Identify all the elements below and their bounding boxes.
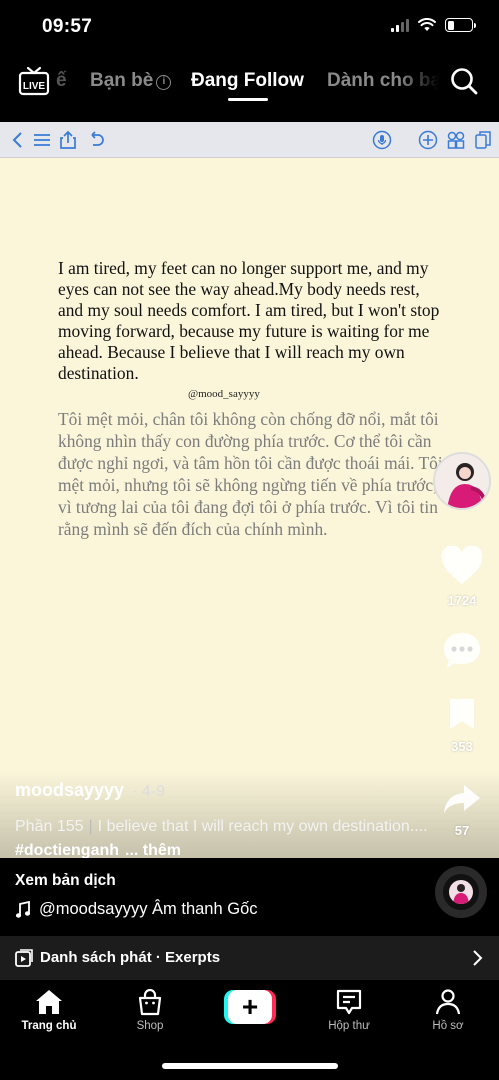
tab-following[interactable]: Đang Follow	[191, 70, 304, 92]
nav-home-label: Trang chủ	[21, 1020, 77, 1032]
share-button[interactable]: 57	[436, 782, 488, 838]
live-icon[interactable]: LIVE	[18, 66, 50, 96]
sound-disc[interactable]	[435, 866, 487, 918]
tab-friends-label: Bạn bè	[90, 70, 154, 91]
plus-icon: +	[228, 990, 272, 1024]
hashtag-link[interactable]: #doctienganh	[15, 842, 119, 859]
status-time: 09:57	[42, 16, 93, 37]
tab-for-you-label: Dành cho bạn	[327, 70, 439, 91]
post-date: · 4-9	[132, 783, 165, 800]
chevron-right-icon	[473, 950, 483, 966]
nav-shop-label: Shop	[136, 1020, 164, 1032]
battery-icon	[445, 18, 476, 32]
save-count: 353	[451, 739, 473, 754]
share-doc-icon	[60, 130, 76, 149]
video-player[interactable]: I am tired, my feet can no longer suppor…	[0, 122, 499, 858]
see-translation-link[interactable]: Xem bản dịch	[15, 872, 116, 890]
tab-friends[interactable]: Bạn bè i	[90, 70, 172, 92]
home-icon	[36, 990, 62, 1014]
wifi-icon	[418, 18, 436, 31]
music-note-icon	[15, 900, 31, 918]
back-chevron-icon	[12, 132, 22, 148]
save-button[interactable]: 353	[436, 696, 488, 754]
sound-row[interactable]: @moodsayyyy Âm thanh Gốc	[15, 900, 258, 919]
search-icon[interactable]	[449, 66, 479, 96]
watermark-handle: @mood_sayyyy	[188, 388, 260, 400]
list-icon	[34, 134, 50, 146]
playlist-icon	[15, 949, 33, 967]
document-body: I am tired, my feet can no longer suppor…	[58, 258, 443, 540]
status-icons	[391, 18, 476, 32]
see-more-link[interactable]: ... thêm	[125, 842, 181, 859]
caption[interactable]: Phần 155 | I believe that I will reach my …	[15, 815, 435, 863]
home-indicator	[162, 1063, 338, 1069]
nav-home[interactable]: Trang chủ	[9, 988, 89, 1032]
video-info-bar: Xem bản dịch @moodsayyyy Âm thanh Gốc	[0, 858, 499, 936]
top-nav: LIVE ế Bạn bèi Đang Follow Dành cho bạn	[0, 58, 499, 104]
sound-label: @moodsayyyy Âm thanh Gốc	[39, 900, 258, 918]
nav-profile-label: Hồ sơ	[432, 1020, 464, 1032]
bookmark-icon	[450, 699, 474, 729]
document-toolbar	[0, 122, 499, 158]
author-row[interactable]: moodsayyyy · 4-9	[15, 780, 165, 801]
caption-text: I believe that I will reach my own desti…	[97, 818, 428, 835]
profile-icon	[435, 989, 461, 1015]
author-name[interactable]: moodsayyyy	[15, 780, 124, 800]
info-icon: i	[156, 75, 172, 90]
add-circle-icon	[418, 130, 438, 150]
caption-separator: |	[88, 818, 93, 835]
caption-part: Phần 155	[15, 818, 84, 835]
english-paragraph: I am tired, my feet can no longer suppor…	[58, 258, 440, 383]
nav-profile[interactable]: Hồ sơ	[408, 988, 488, 1032]
tab-fade-glyph: ế	[56, 70, 67, 91]
sound-disc-avatar	[449, 880, 473, 904]
comment-button[interactable]	[436, 630, 488, 675]
shapes-icon	[447, 131, 465, 149]
share-count: 57	[454, 823, 470, 838]
active-tab-indicator	[228, 98, 268, 101]
comment-icon	[444, 633, 480, 668]
like-button[interactable]: 1724	[436, 545, 488, 608]
cellular-signal-icon	[391, 18, 409, 32]
nav-inbox[interactable]: Hộp thư	[309, 988, 389, 1032]
shopping-bag-icon	[138, 988, 162, 1016]
vietnamese-paragraph: Tôi mệt mỏi, chân tôi không còn chống đỡ…	[58, 409, 443, 539]
nav-shop[interactable]: Shop	[110, 988, 190, 1032]
live-label: LIVE	[23, 81, 46, 92]
playlist-label: Danh sách phát · Exerpts	[40, 949, 221, 966]
inbox-icon	[336, 989, 362, 1015]
copy-pages-icon	[475, 131, 491, 149]
heart-icon	[441, 545, 483, 584]
nav-inbox-label: Hộp thư	[328, 1020, 370, 1032]
status-bar: 09:57	[0, 0, 499, 54]
create-button[interactable]: +	[224, 990, 276, 1024]
undo-icon	[91, 131, 104, 146]
tab-for-you[interactable]: Dành cho bạn	[327, 70, 439, 98]
creator-avatar[interactable]	[433, 452, 491, 510]
like-count: 1724	[447, 593, 477, 608]
share-arrow-icon	[444, 785, 480, 813]
playlist-bar[interactable]: Danh sách phát · Exerpts	[0, 936, 499, 980]
microphone-icon	[372, 130, 392, 150]
